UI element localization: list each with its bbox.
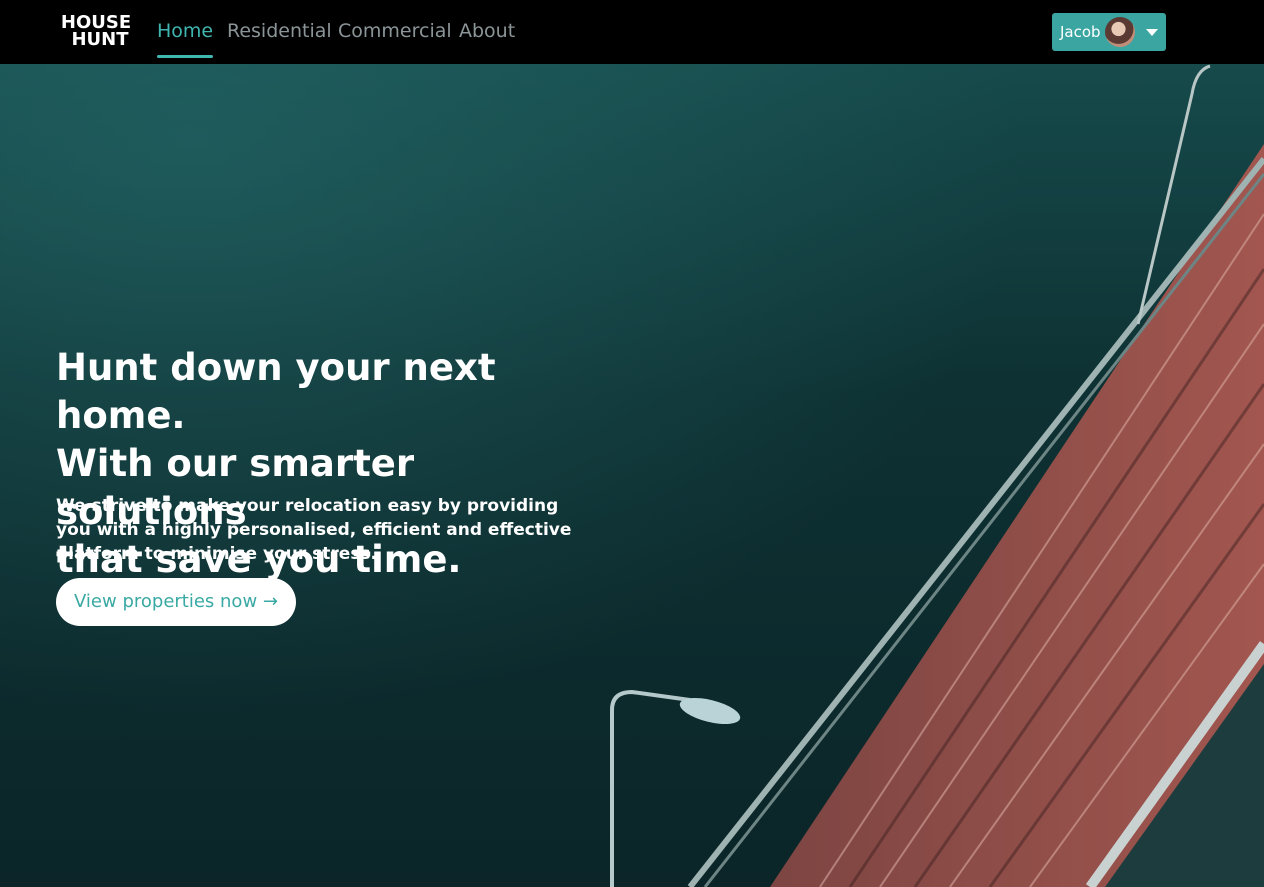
nav-item-about[interactable]: About xyxy=(459,16,515,56)
nav-item-residential[interactable]: Residential xyxy=(227,16,332,56)
house-hunt-logo[interactable]: HOUSE HUNT xyxy=(60,14,132,50)
logo-line-2: HUNT xyxy=(71,29,129,50)
navbar: HOUSE HUNT Home Residential Commercial A… xyxy=(0,0,1264,64)
headline-line-1: Hunt down your next home. xyxy=(56,346,496,437)
hero-section: Hunt down your next home. With our smart… xyxy=(0,64,1264,887)
nav-item-home[interactable]: Home xyxy=(157,16,214,58)
nav-item-commercial[interactable]: Commercial xyxy=(338,16,452,56)
user-name: Jacob xyxy=(1060,23,1101,41)
view-properties-button[interactable]: View properties now → xyxy=(56,578,296,626)
avatar xyxy=(1105,17,1135,47)
hero-subtext: We strive to make your relocation easy b… xyxy=(56,496,572,564)
user-menu-button[interactable]: Jacob xyxy=(1052,13,1166,51)
caret-down-icon xyxy=(1146,29,1158,36)
